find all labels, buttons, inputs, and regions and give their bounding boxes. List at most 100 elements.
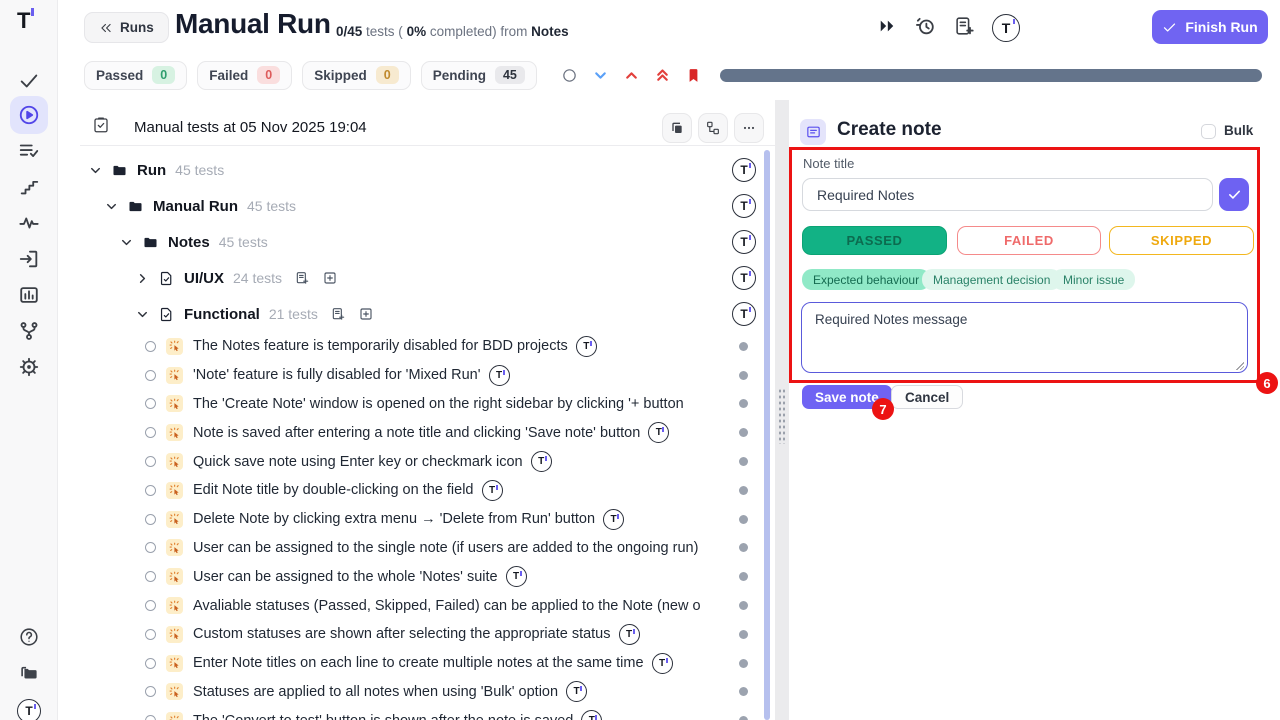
bulk-checkbox[interactable] <box>1201 124 1216 139</box>
testomat-logo-icon[interactable] <box>732 158 756 182</box>
note-message-textarea[interactable] <box>801 302 1248 373</box>
chevron-down-icon[interactable] <box>104 199 120 214</box>
projects-folder-icon[interactable] <box>10 654 48 692</box>
chevron-down-icon[interactable] <box>88 163 104 178</box>
status-circle-icon[interactable] <box>145 514 156 525</box>
testomat-logo-icon[interactable] <box>576 336 597 357</box>
checklist-icon[interactable] <box>10 132 48 170</box>
status-circle-icon[interactable] <box>145 600 156 611</box>
help-icon[interactable] <box>10 618 48 656</box>
settings-gear-icon[interactable] <box>10 348 48 386</box>
run-play-icon[interactable] <box>10 96 48 134</box>
resize-grip-icon[interactable] <box>1236 362 1244 370</box>
pulse-icon[interactable] <box>10 204 48 242</box>
note-add-icon[interactable] <box>330 306 346 322</box>
branch-icon[interactable] <box>10 312 48 350</box>
tree-test-row[interactable]: The 'Create Note' window is opened on th… <box>80 390 775 419</box>
tree-view-icon[interactable] <box>698 113 728 143</box>
tree-test-row[interactable]: 'Note' feature is fully disabled for 'Mi… <box>80 361 775 390</box>
chevron-down-blue-icon[interactable] <box>592 67 609 84</box>
status-circle-icon[interactable] <box>145 485 156 496</box>
tree-test-row[interactable]: The Notes feature is temporarily disable… <box>80 332 775 361</box>
tree-test-row[interactable]: Custom statuses are shown after selectin… <box>80 620 775 649</box>
testomat-logo-icon[interactable] <box>992 14 1020 42</box>
fast-forward-icon[interactable] <box>877 16 897 41</box>
tree-test-row[interactable]: Quick save note using Enter key or check… <box>80 447 775 476</box>
tree-suite-row[interactable]: Functional21 tests <box>80 296 775 332</box>
tree-suite-row[interactable]: UI/UX24 tests <box>80 260 775 296</box>
status-circle-icon[interactable] <box>145 542 156 553</box>
testomat-logo-icon[interactable] <box>603 509 624 530</box>
more-ellipsis-icon[interactable] <box>734 113 764 143</box>
tree-test-row[interactable]: The 'Convert to test' button is shown af… <box>80 706 775 720</box>
filter-pill-passed[interactable]: Passed0 <box>84 61 187 90</box>
status-circle-icon[interactable] <box>145 398 156 409</box>
tree-test-row[interactable]: User can be assigned to the whole 'Notes… <box>80 562 775 591</box>
add-test-icon[interactable] <box>322 270 338 286</box>
chevron-down-icon[interactable] <box>135 307 151 322</box>
testomat-logo-icon[interactable] <box>732 230 756 254</box>
status-circle-icon[interactable] <box>145 658 156 669</box>
testomat-logo-icon[interactable] <box>732 266 756 290</box>
filter-pill-failed[interactable]: Failed0 <box>197 61 292 90</box>
quick-save-check-button[interactable] <box>1219 178 1249 211</box>
status-passed-button[interactable]: PASSED <box>802 226 947 255</box>
tag-minor-issue[interactable]: Minor issue <box>1052 269 1135 290</box>
status-circle-icon[interactable] <box>145 629 156 640</box>
testomat-logo-icon[interactable] <box>566 681 587 702</box>
tree-suite-row[interactable]: Run45 tests <box>80 152 775 188</box>
copy-icon[interactable] <box>662 113 692 143</box>
filter-pill-skipped[interactable]: Skipped0 <box>302 61 410 90</box>
tree-test-row[interactable]: Delete Note by clicking extra menu → 'De… <box>80 505 775 534</box>
cancel-button[interactable]: Cancel <box>891 385 963 409</box>
tree-suite-row[interactable]: Notes45 tests <box>80 224 775 260</box>
finish-run-button[interactable]: Finish Run <box>1152 10 1268 44</box>
status-circle-icon[interactable] <box>145 370 156 381</box>
import-icon[interactable] <box>10 240 48 278</box>
testomat-logo-icon[interactable] <box>619 624 640 645</box>
testomat-logo-icon[interactable] <box>489 365 510 386</box>
testomat-logo-icon[interactable] <box>732 302 756 326</box>
panel-splitter[interactable] <box>775 100 789 720</box>
testomat-logo-icon[interactable] <box>581 710 602 720</box>
chevron-right-icon[interactable] <box>135 271 151 286</box>
status-circle-icon[interactable] <box>145 686 156 697</box>
testomat-logo-icon[interactable] <box>648 422 669 443</box>
add-test-icon[interactable] <box>358 306 374 322</box>
testomat-logo-icon[interactable] <box>506 566 527 587</box>
filter-pill-pending[interactable]: Pending45 <box>421 61 537 90</box>
testomat-logo-icon[interactable] <box>652 653 673 674</box>
testomat-logo-icon[interactable] <box>482 480 503 501</box>
check-icon[interactable] <box>10 62 48 100</box>
tree-test-row[interactable]: User can be assigned to the single note … <box>80 534 775 563</box>
tree-test-row[interactable]: Note is saved after entering a note titl… <box>80 418 775 447</box>
tag-management-decision[interactable]: Management decision <box>922 269 1061 290</box>
timer-icon[interactable] <box>914 15 936 42</box>
splitter-grip-icon[interactable] <box>778 388 786 444</box>
profile-logo-icon[interactable] <box>10 692 48 720</box>
tree-test-row[interactable]: Enter Note titles on each line to create… <box>80 649 775 678</box>
status-circle-icon[interactable] <box>145 341 156 352</box>
tree-test-row[interactable]: Edit Note title by double-clicking on th… <box>80 476 775 505</box>
back-to-runs-button[interactable]: Runs <box>84 12 169 43</box>
chevrons-up-red-icon[interactable] <box>654 67 671 84</box>
status-circle-icon[interactable] <box>145 427 156 438</box>
tree-test-row[interactable]: Statuses are applied to all notes when u… <box>80 678 775 707</box>
status-failed-button[interactable]: FAILED <box>957 226 1101 255</box>
status-circle-icon[interactable] <box>145 456 156 467</box>
tree-test-row[interactable]: Avaliable statuses (Passed, Skipped, Fai… <box>80 591 775 620</box>
chevron-down-icon[interactable] <box>119 235 135 250</box>
note-add-icon[interactable] <box>953 15 975 42</box>
circle-status-icon[interactable] <box>561 67 578 84</box>
tree-suite-row[interactable]: Manual Run45 tests <box>80 188 775 224</box>
analytics-icon[interactable] <box>10 276 48 314</box>
bookmark-red-icon[interactable] <box>685 67 702 84</box>
note-title-input[interactable] <box>802 178 1213 211</box>
status-skipped-button[interactable]: SKIPPED <box>1109 226 1254 255</box>
tag-expected-behaviour[interactable]: Expected behaviour <box>802 269 930 290</box>
tree-scrollbar[interactable] <box>764 150 770 720</box>
testomat-logo-icon[interactable] <box>732 194 756 218</box>
status-circle-icon[interactable] <box>145 715 156 720</box>
testomat-logo-icon[interactable] <box>531 451 552 472</box>
testomat-logo-icon[interactable]: T <box>17 8 34 34</box>
